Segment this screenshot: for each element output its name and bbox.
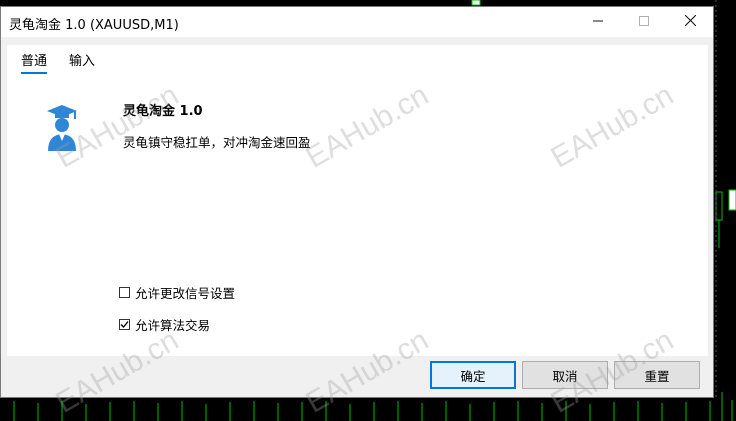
ea-name: 灵龟淘金 1.0 [123, 104, 203, 119]
maximize-icon [639, 14, 649, 30]
checkbox-label: 允许更改信号设置 [135, 286, 236, 301]
tab-panel: 普通 输入 灵龟淘金 1.0 灵龟镇守稳扛单，对冲淘金速回盈 允许更改信号设置 [7, 45, 708, 356]
ea-description: 灵龟镇守稳扛单，对冲淘金速回盈 [123, 135, 311, 150]
allow-signal-settings-checkbox[interactable] [119, 287, 130, 298]
allow-algo-trading-option[interactable]: 允许算法交易 [119, 315, 210, 334]
close-button[interactable] [667, 7, 713, 37]
tab-general[interactable]: 普通 [21, 50, 48, 74]
close-icon [684, 14, 696, 30]
chart-candle [728, 189, 736, 211]
checkbox-label: 允许算法交易 [135, 318, 211, 333]
checkmark-icon [120, 321, 129, 328]
minimize-icon [593, 14, 603, 30]
tab-inputs[interactable]: 输入 [69, 50, 95, 72]
allow-signal-settings-option[interactable]: 允许更改信号设置 [119, 283, 235, 302]
title-bar[interactable]: 灵龟淘金 1.0 (XAUUSD,M1) [1, 7, 713, 37]
cancel-button[interactable]: 取消 [522, 361, 608, 389]
ok-button[interactable]: 确定 [430, 361, 516, 389]
window-title: 灵龟淘金 1.0 (XAUUSD,M1) [9, 18, 179, 33]
allow-algo-trading-checkbox[interactable] [119, 319, 130, 330]
chart-candle [471, 0, 481, 6]
expert-advisor-icon [45, 103, 79, 155]
ea-properties-dialog: 灵龟淘金 1.0 (XAUUSD,M1) 普通 输入 灵龟淘金 1.0 灵龟镇守… [0, 6, 714, 398]
reset-button[interactable]: 重置 [614, 361, 700, 389]
minimize-button[interactable] [575, 7, 621, 37]
maximize-button[interactable] [621, 7, 667, 37]
